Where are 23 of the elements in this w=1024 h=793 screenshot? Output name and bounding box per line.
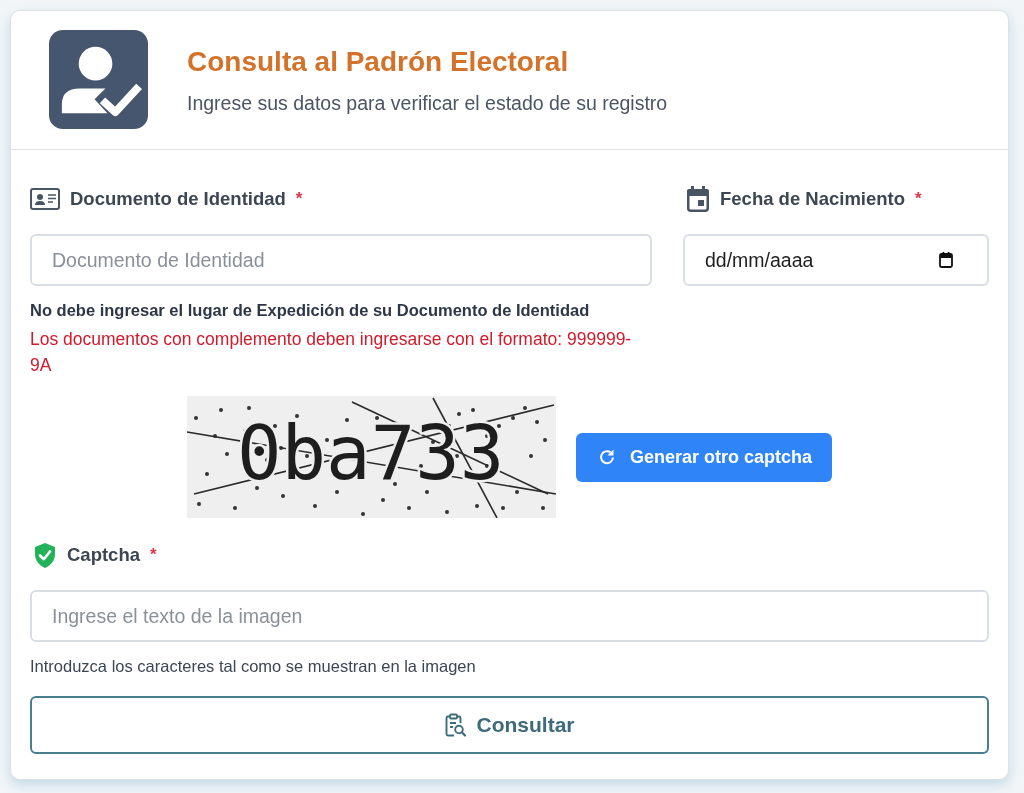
date-field[interactable]: dd/mm/aaaa xyxy=(683,234,989,286)
refresh-icon xyxy=(597,448,616,466)
user-check-icon xyxy=(49,30,148,129)
page-subtitle: Ingrese sus datos para verificar el estado de su registro xyxy=(187,90,668,115)
field-label: Fecha de Nacimiento xyxy=(720,188,906,210)
instruction-note: No debe ingresar el lugar de Expedición de su Documento de Identidad xyxy=(30,300,591,320)
calendar-icon xyxy=(686,186,710,212)
page-title: Consulta al Padrón Electoral xyxy=(187,44,570,79)
field-label: Captcha xyxy=(67,544,140,566)
id-card-icon xyxy=(30,188,60,210)
required-asterisk: * xyxy=(295,189,303,209)
captcha-hint: Introduzca los caracteres tal como se muestran en la imagen xyxy=(30,656,477,676)
document-field[interactable]: Documento de Identidad xyxy=(30,234,652,286)
calendar-icon[interactable] xyxy=(939,252,953,268)
refresh-captcha-button[interactable]: Generar otro captcha xyxy=(575,432,833,482)
consultar-button[interactable]: Consultar xyxy=(30,696,989,754)
field-label: Documento de Identidad xyxy=(70,188,286,210)
required-asterisk: * xyxy=(915,189,922,209)
clipboard-search-icon xyxy=(444,713,467,737)
required-asterisk: * xyxy=(150,545,157,565)
format-warning: Los documentos con complemento deben ingresarse con el formato: 999999-9A xyxy=(30,328,633,377)
captcha-field[interactable]: Ingrese el texto de la imagen xyxy=(30,590,989,642)
shield-check-icon xyxy=(33,541,57,569)
